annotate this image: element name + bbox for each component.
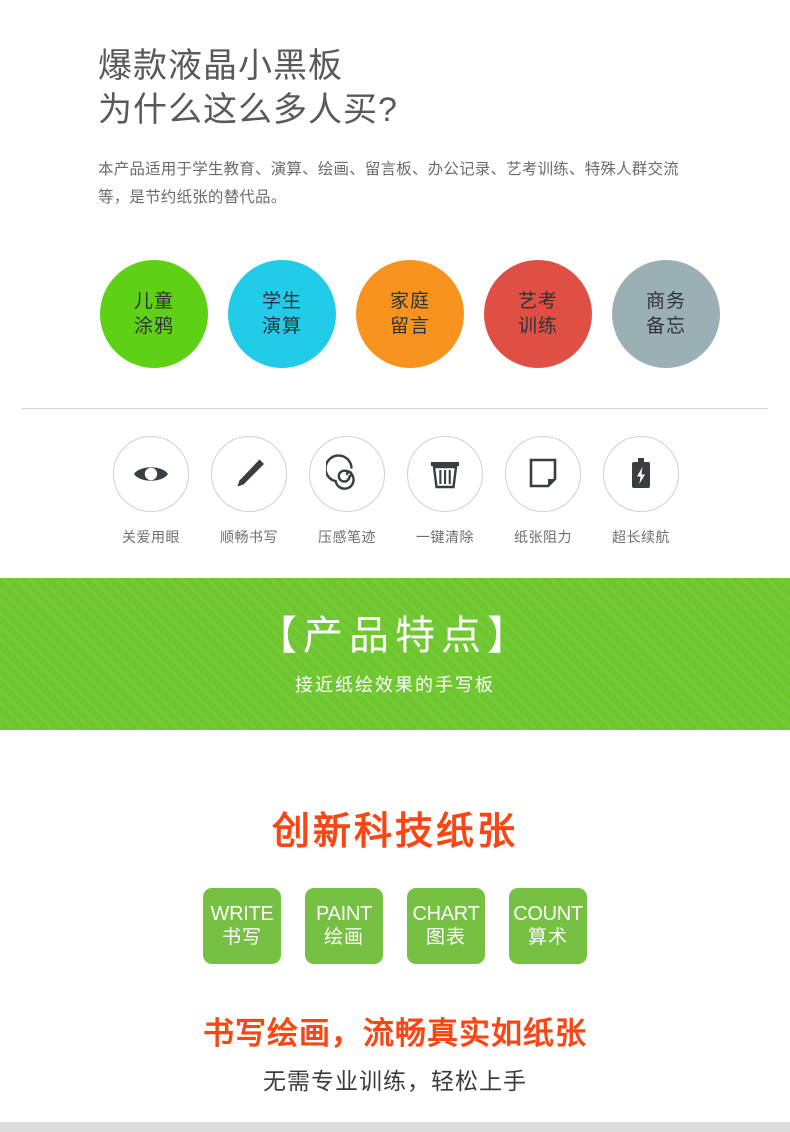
feature-label: 关爱用眼 [122, 529, 180, 545]
use-case-circle: 商务 备忘 [612, 260, 720, 368]
capability-tag-chart: CHART 图表 [407, 888, 485, 964]
use-case-label-line2: 训练 [517, 316, 558, 337]
closing-secondary-text: 无需专业训练，轻松上手 [263, 1068, 527, 1094]
capability-tag-en: PAINT [316, 903, 372, 925]
section-divider [22, 408, 768, 409]
feature-icon-row: 关爱用眼 顺畅书写 压感笔迹 一键清除 纸张阻力 超长续航 [0, 436, 790, 547]
use-case-label-line2: 演算 [261, 316, 302, 337]
use-case-label-line1: 儿童 [133, 291, 174, 312]
use-case-circle: 家庭 留言 [356, 260, 464, 368]
use-case-label-line1: 学生 [261, 291, 302, 312]
banner-subtitle: 接近纸绘效果的手写板 [295, 675, 495, 695]
feature-item-paper: 纸张阻力 [504, 436, 582, 547]
page-title: 爆款液晶小黑板 为什么这么多人买? [98, 47, 398, 129]
capability-tag-en: COUNT [513, 903, 583, 925]
capability-tag-cn: 书写 [221, 927, 262, 948]
feature-item-pencil: 顺畅书写 [210, 436, 288, 547]
use-case-label-line2: 备忘 [645, 316, 686, 337]
eye-icon [113, 436, 189, 512]
feature-item-eye: 关爱用眼 [112, 436, 190, 547]
hero-subtitle: 本产品适用于学生教育、演算、绘画、留言板、办公记录、艺考训练、特殊人群交流等，是… [98, 161, 679, 206]
feature-item-spiral: 压感笔迹 [308, 436, 386, 547]
use-case-label-line1: 家庭 [389, 291, 430, 312]
capability-tag-cn: 图表 [425, 927, 466, 948]
feature-label: 一键清除 [416, 529, 474, 545]
use-case-label-line2: 涂鸦 [133, 316, 174, 337]
product-detail-page: 爆款液晶小黑板 为什么这么多人买? 本产品适用于学生教育、演算、绘画、留言板、办… [0, 0, 790, 1132]
feature-item-trash: 一键清除 [406, 436, 484, 547]
use-case-label-line1: 商务 [645, 291, 686, 312]
capability-tag-write: WRITE 书写 [203, 888, 281, 964]
capability-tag-row: WRITE 书写 PAINT 绘画 CHART 图表 COUNT 算术 [0, 888, 790, 964]
capability-tag-count: COUNT 算术 [509, 888, 587, 964]
feature-item-battery: 超长续航 [602, 436, 680, 547]
product-features-banner: 【产品特点】 接近纸绘效果的手写板 [0, 578, 790, 730]
capability-tag-en: WRITE [210, 903, 274, 925]
use-case-circle-row: 儿童 涂鸦 学生 演算 家庭 留言 艺考 训练 商务 备忘 [0, 260, 790, 368]
use-case-label-line1: 艺考 [517, 291, 558, 312]
paper-section-heading: 创新科技纸张 [271, 811, 518, 853]
feature-label: 超长续航 [612, 529, 670, 545]
capability-tag-en: CHART [412, 903, 480, 925]
bottom-strip [0, 1122, 790, 1132]
use-case-label-line2: 留言 [389, 316, 430, 337]
closing-primary-text: 书写绘画，流畅真实如纸张 [203, 1016, 587, 1051]
use-case-circle: 学生 演算 [228, 260, 336, 368]
spiral-icon [309, 436, 385, 512]
pencil-icon [211, 436, 287, 512]
hero-section: 爆款液晶小黑板 为什么这么多人买? 本产品适用于学生教育、演算、绘画、留言板、办… [0, 0, 790, 212]
trash-icon [407, 436, 483, 512]
paper-icon [505, 436, 581, 512]
capability-tag-paint: PAINT 绘画 [305, 888, 383, 964]
banner-title: 【产品特点】 [257, 614, 533, 658]
capability-tag-cn: 绘画 [323, 927, 364, 948]
use-case-circle: 儿童 涂鸦 [100, 260, 208, 368]
feature-label: 顺畅书写 [220, 529, 278, 545]
feature-label: 纸张阻力 [514, 529, 572, 545]
capability-tag-cn: 算术 [527, 927, 568, 948]
use-case-circle: 艺考 训练 [484, 260, 592, 368]
feature-label: 压感笔迹 [318, 529, 376, 545]
battery-icon [603, 436, 679, 512]
